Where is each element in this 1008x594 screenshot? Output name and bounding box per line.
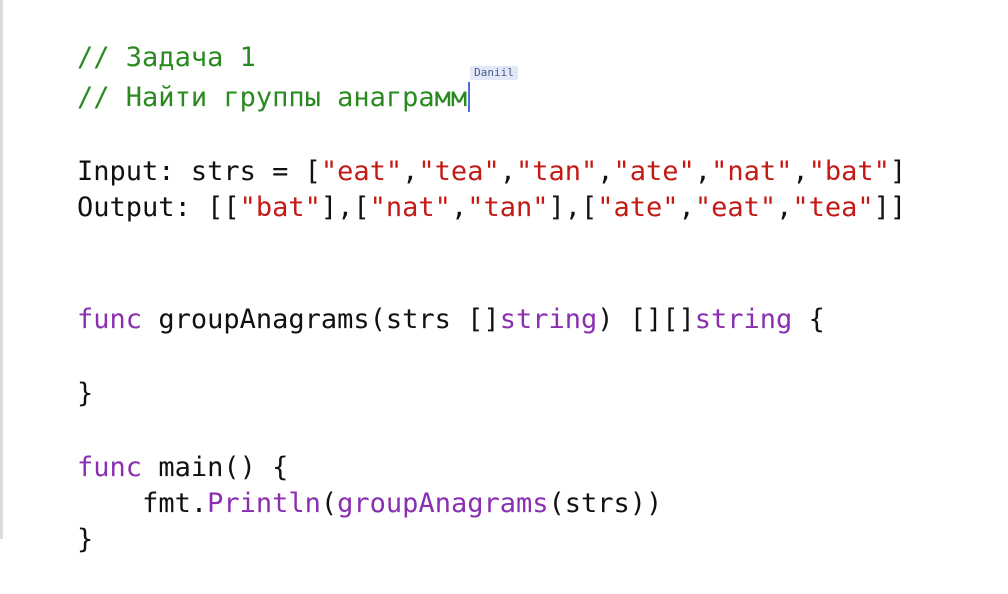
println-call: Println <box>207 488 321 519</box>
code-line-input: Input: strs = ["eat","tea","tan","ate","… <box>12 118 906 187</box>
collaborator-cursor: Daniil <box>467 66 518 116</box>
code-line-close-brace-1: } <box>12 340 93 409</box>
close-brace: } <box>77 378 94 409</box>
output-string: "nat" <box>369 192 451 223</box>
open-brace: { <box>792 304 825 335</box>
close-brace: } <box>77 524 94 555</box>
collaborator-name-tag: Daniil <box>470 66 518 80</box>
paren-open: ( <box>320 488 338 519</box>
output-string: "eat" <box>694 192 777 223</box>
code-line-func-main: func main() { <box>12 414 288 483</box>
output-string: "tea" <box>792 192 874 223</box>
comma: , <box>678 192 695 223</box>
text-caret <box>468 82 471 112</box>
func-signature: groupAnagrams(strs [] <box>142 304 500 335</box>
call-args: (strs)) <box>548 488 663 519</box>
comment-task-description: // Найти группы анаграмм <box>77 82 468 113</box>
func-keyword: func <box>77 304 143 335</box>
code-line-println: fmt.Println(groupAnagrams(strs)) <box>12 450 662 519</box>
group-separator: ],[ <box>548 192 598 223</box>
comma: , <box>450 192 468 223</box>
group-anagrams-call: groupAnagrams <box>337 488 549 519</box>
output-string: "bat" <box>239 192 321 223</box>
output-label: Output: [[ <box>77 192 240 223</box>
code-line-func-group-anagrams: func groupAnagrams(strs []string) [][]st… <box>12 266 825 335</box>
output-string: "tan" <box>467 192 549 223</box>
code-line-output: Output: [["bat"],["nat","tan"],["ate","e… <box>12 154 906 223</box>
code-line-1: // Задача 1 <box>12 4 256 73</box>
output-close-brackets: ]] <box>873 192 907 223</box>
return-type-brackets: ) [][] <box>597 304 695 335</box>
type-string: string <box>499 304 598 335</box>
package-fmt: fmt. <box>142 488 208 519</box>
group-separator: ],[ <box>320 192 370 223</box>
code-line-close-brace-2: } <box>12 486 93 555</box>
editor-gutter-line <box>0 0 3 539</box>
comma: , <box>776 192 793 223</box>
output-string: "ate" <box>597 192 679 223</box>
type-string: string <box>694 304 793 335</box>
code-line-2: // Найти группы анаграмм Daniil <box>12 44 518 113</box>
